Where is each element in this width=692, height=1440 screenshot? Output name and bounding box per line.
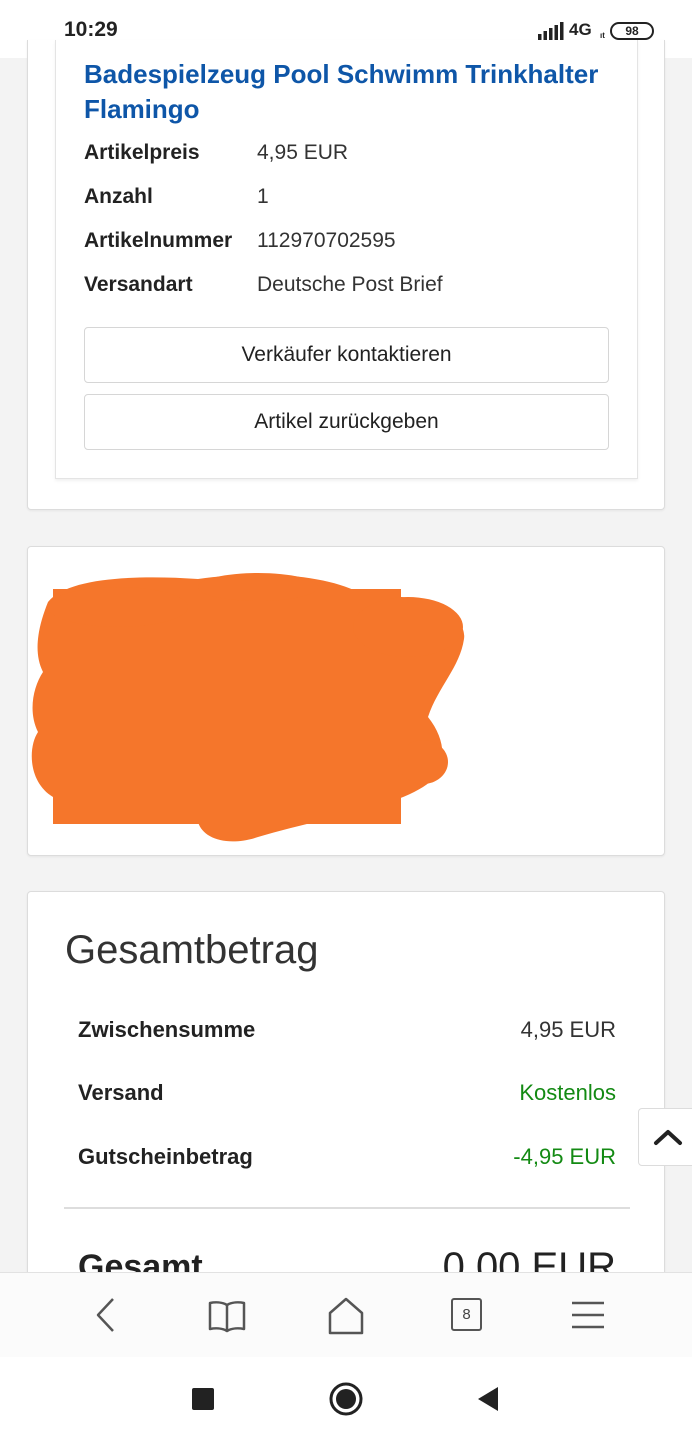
network-activity: ıt (600, 31, 605, 40)
totals-card: Gesamtbetrag Zwischensumme 4,95 EUR Vers… (27, 891, 665, 1291)
browser-toolbar: 8 (0, 1272, 692, 1357)
system-nav-bar (0, 1357, 692, 1440)
tabs-icon: 8 (451, 1298, 482, 1331)
voucher-value: -4,95 EUR (513, 1144, 616, 1169)
subtotal-row: Zwischensumme 4,95 EUR (78, 1014, 616, 1046)
subtotal-label: Zwischensumme (78, 1017, 256, 1042)
chevron-up-icon (654, 1130, 682, 1145)
browser-back-button[interactable] (82, 1293, 132, 1337)
detail-value: 1 (257, 185, 269, 208)
back-icon (96, 1298, 114, 1332)
shipping-value: Kostenlos (519, 1080, 616, 1105)
back-triangle-icon (478, 1387, 498, 1411)
subtotal-value: 4,95 EUR (520, 1017, 616, 1042)
bookmarks-button[interactable] (202, 1293, 252, 1337)
totals-divider (64, 1207, 630, 1209)
network-type: 4G (569, 20, 592, 39)
shipping-label: Versand (78, 1080, 164, 1105)
detail-label: Versandart (84, 273, 193, 296)
bookmarks-icon (208, 1301, 246, 1333)
detail-value: 112970702595 (257, 229, 396, 252)
recents-icon (192, 1388, 214, 1410)
return-item-button[interactable]: Artikel zurückgeben (84, 394, 609, 450)
home-circle-icon (329, 1382, 363, 1416)
shipping-row: Versand Kostenlos (78, 1077, 616, 1109)
address-card (27, 546, 665, 856)
tabs-button[interactable]: 8 (443, 1293, 493, 1337)
menu-icon (572, 1301, 604, 1329)
voucher-label: Gutscheinbetrag (78, 1144, 253, 1169)
system-back-button[interactable] (468, 1381, 508, 1417)
recents-button[interactable] (183, 1381, 223, 1417)
detail-value: 4,95 EUR (257, 141, 349, 164)
item-details: Badespielzeug Pool Schwimm Trinkhalter F… (55, 40, 638, 479)
item-title-link[interactable]: Badespielzeug Pool Schwimm Trinkhalter F… (84, 57, 634, 127)
home-button[interactable] (321, 1293, 371, 1337)
home-icon (328, 1297, 364, 1335)
status-time: 10:29 (64, 18, 118, 41)
scroll-to-top-button[interactable] (638, 1108, 692, 1166)
contact-seller-button[interactable]: Verkäufer kontaktieren (84, 327, 609, 383)
battery-icon: 98 (610, 22, 654, 40)
redaction-scribble (31, 573, 465, 842)
detail-label: Artikelnummer (84, 229, 233, 252)
menu-button[interactable] (563, 1293, 613, 1337)
voucher-row: Gutscheinbetrag -4,95 EUR (78, 1141, 616, 1173)
detail-label: Anzahl (84, 185, 153, 208)
item-card: Badespielzeug Pool Schwimm Trinkhalter F… (27, 40, 665, 510)
system-home-button[interactable] (326, 1381, 366, 1417)
signal-icon (538, 22, 564, 40)
totals-title: Gesamtbetrag (65, 928, 319, 972)
detail-value: Deutsche Post Brief (257, 273, 443, 296)
detail-label: Artikelpreis (84, 141, 200, 164)
